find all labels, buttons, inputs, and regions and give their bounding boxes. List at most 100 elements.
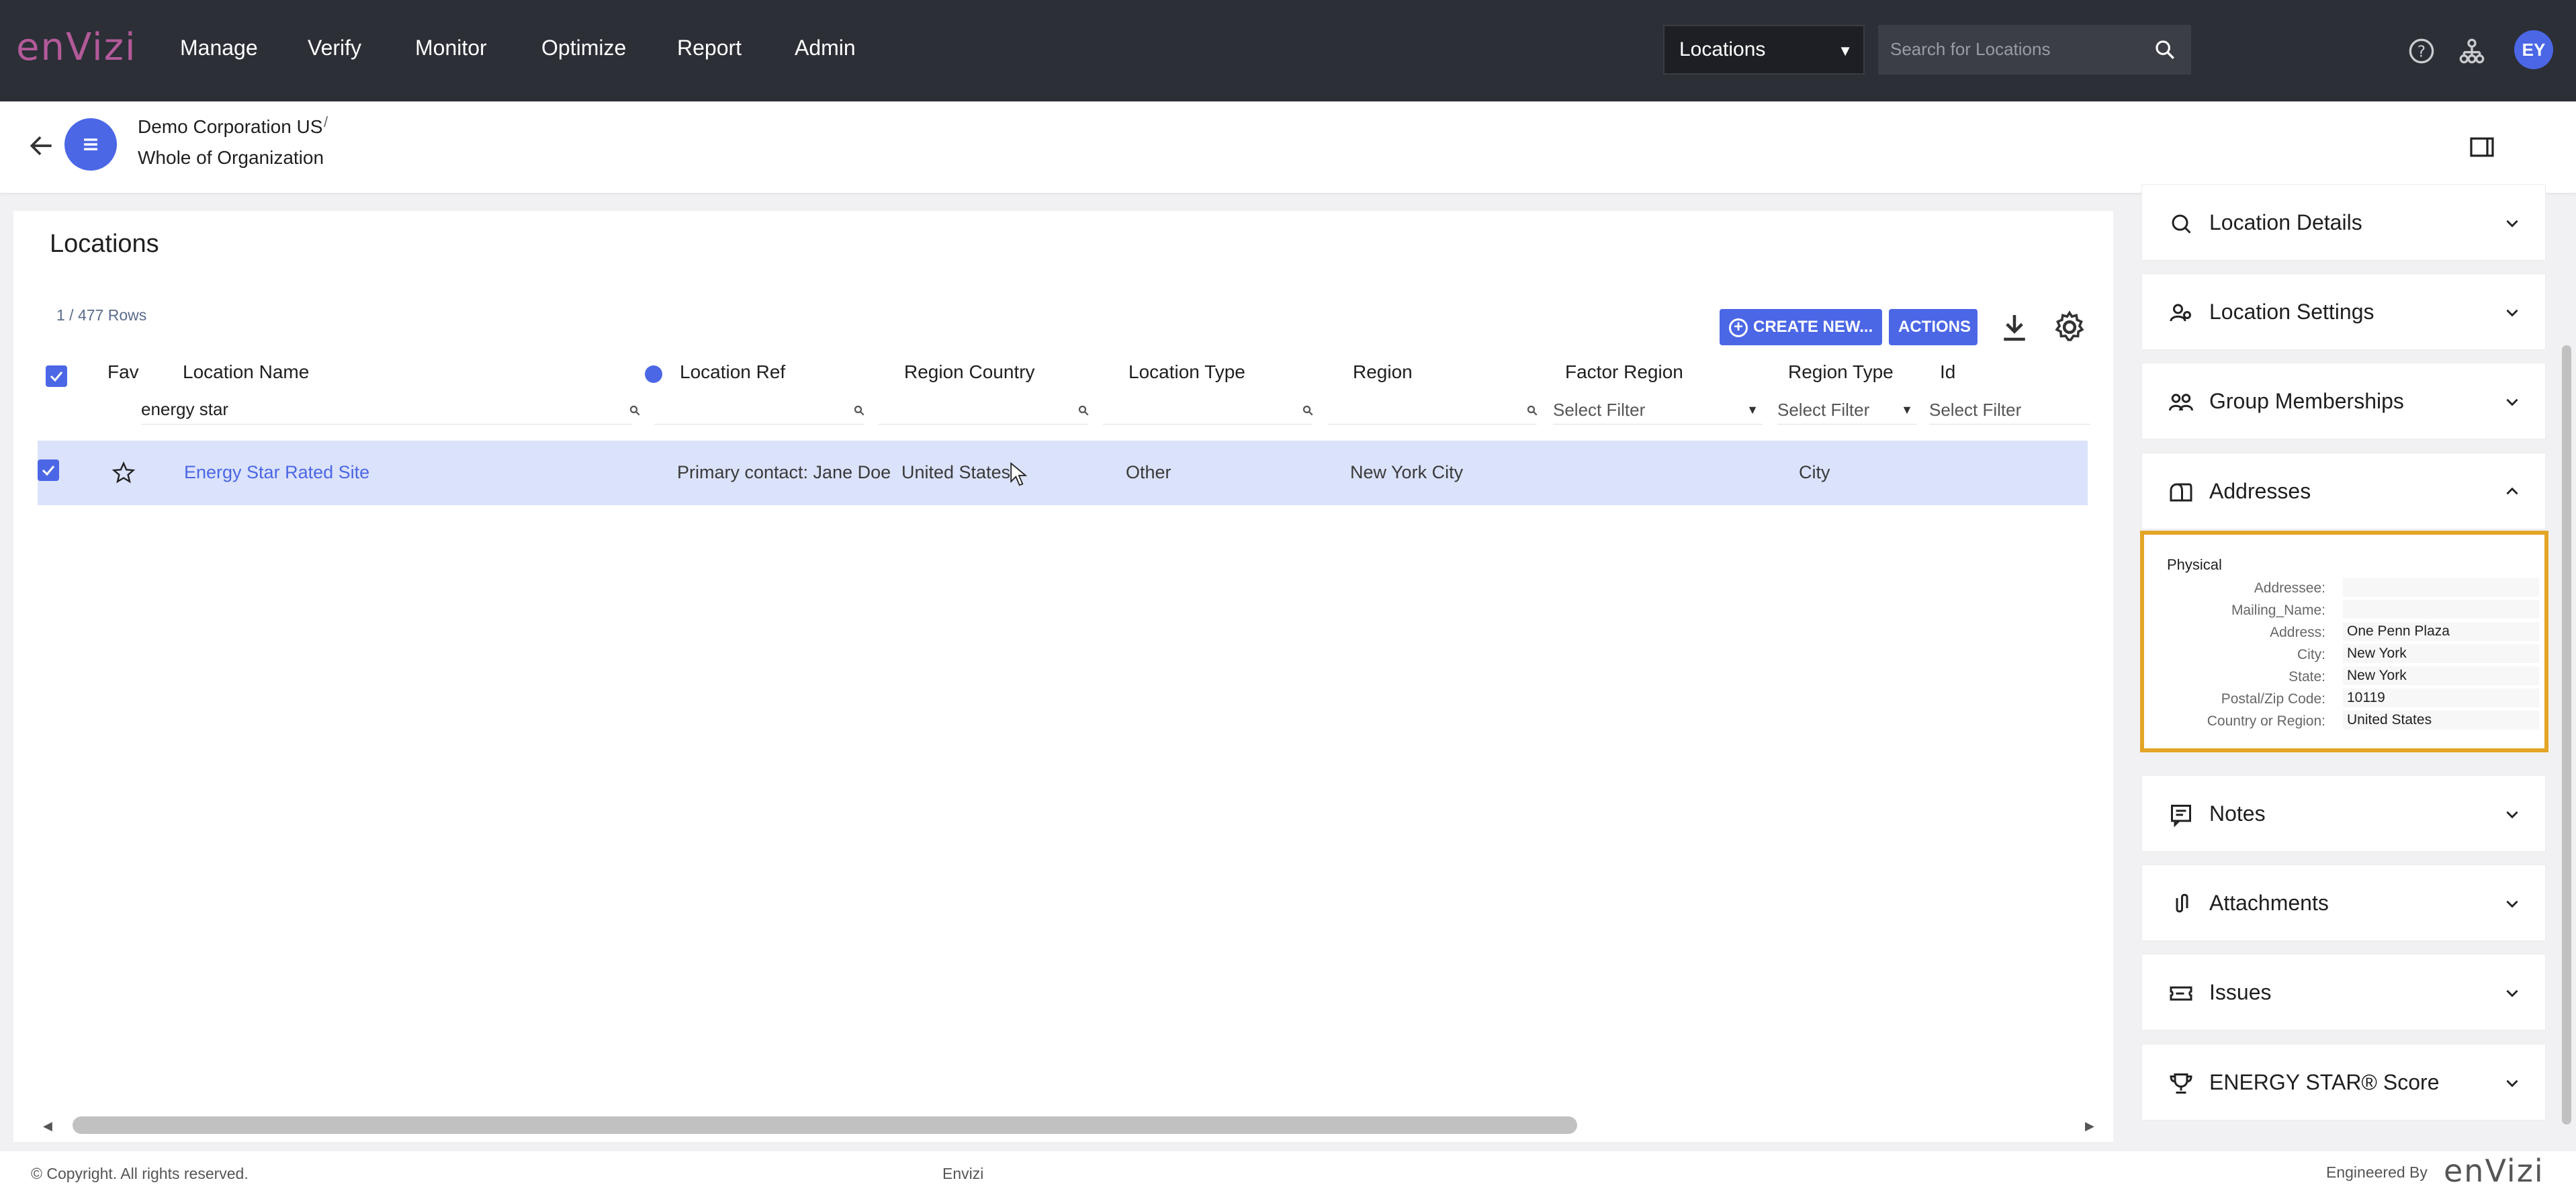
favorite-star-icon[interactable] xyxy=(112,461,136,485)
search-scope-select[interactable]: Locations ▼ xyxy=(1663,25,1865,75)
gear-icon[interactable] xyxy=(2051,309,2088,345)
nav-monitor[interactable]: Monitor xyxy=(415,36,487,60)
filter-search-icon xyxy=(1527,405,1538,416)
nav-admin[interactable]: Admin xyxy=(795,36,856,60)
section-energy-star-score[interactable]: ENERGY STAR® Score xyxy=(2141,1044,2546,1120)
filter-search-icon xyxy=(854,405,864,416)
id-filter-select[interactable]: Select Filter xyxy=(1929,395,2090,425)
help-icon[interactable]: ? xyxy=(2408,38,2435,64)
address-field: State: New York xyxy=(2167,666,2539,689)
address-field: City: New York xyxy=(2167,644,2539,667)
region-country-cell: United States xyxy=(901,462,1011,482)
address-field: Postal/Zip Code: 10119 xyxy=(2167,689,2539,711)
breadcrumb-bar: Demo Corporation US / Whole of Organizat… xyxy=(0,101,2576,193)
user-avatar[interactable]: EY xyxy=(2514,30,2553,69)
footer: © Copyright. All rights reserved. Envizi… xyxy=(0,1151,2576,1191)
section-location-settings[interactable]: Location Settings xyxy=(2141,273,2546,350)
check-icon xyxy=(42,466,55,476)
search-icon[interactable] xyxy=(2153,38,2176,61)
nav-verify[interactable]: Verify xyxy=(308,36,361,60)
section-addresses[interactable]: Addresses xyxy=(2141,453,2546,529)
column-header-region[interactable]: Region xyxy=(1353,361,1413,383)
column-header-location-type[interactable]: Location Type xyxy=(1128,361,1245,383)
row-checkbox[interactable] xyxy=(38,459,59,481)
section-issues[interactable]: Issues xyxy=(2141,954,2546,1030)
address-field: Addressee: xyxy=(2167,578,2539,601)
table-row[interactable]: Energy Star Rated Site Primary contact: … xyxy=(38,441,2088,505)
horizontal-scroll-thumb[interactable] xyxy=(73,1116,1577,1134)
section-location-details[interactable]: Location Details xyxy=(2141,184,2546,261)
nav-optimize[interactable]: Optimize xyxy=(541,36,626,60)
breadcrumb-scope[interactable]: Whole of Organization xyxy=(138,147,324,169)
select-all-checkbox[interactable] xyxy=(46,365,67,387)
location-name-link[interactable]: Energy Star Rated Site xyxy=(184,462,369,483)
trophy-icon xyxy=(2170,1073,2192,1094)
download-icon[interactable] xyxy=(1996,309,2033,345)
footer-envizi-logo: enVizi xyxy=(2444,1153,2544,1189)
id-filter-value: Select Filter xyxy=(1929,400,2022,420)
table-filter-row: Select Filter ▼ Select Filter ▼ Select Fil… xyxy=(38,395,2102,426)
section-attachments[interactable]: Attachments xyxy=(2141,865,2546,941)
mailbox-icon xyxy=(2170,483,2192,502)
hierarchy-icon[interactable] xyxy=(2458,38,2485,64)
breadcrumb-organization[interactable]: Demo Corporation US xyxy=(138,116,322,138)
top-navigation-bar: enVizi Manage Verify Monitor Optimize Re… xyxy=(0,0,2576,101)
section-title: Location Settings xyxy=(2209,300,2374,324)
address-field-label: Country or Region: xyxy=(2207,713,2325,729)
section-group-memberships[interactable]: Group Memberships xyxy=(2141,363,2546,439)
breadcrumb-separator: / xyxy=(324,114,328,130)
envizi-logo[interactable]: enVizi xyxy=(16,26,137,69)
column-indicator-dot[interactable] xyxy=(645,365,662,383)
filter-search-icon xyxy=(629,405,640,416)
scroll-left-icon[interactable]: ◀ xyxy=(43,1119,52,1133)
location-name-filter[interactable] xyxy=(141,395,631,425)
actions-button[interactable]: ACTIONS xyxy=(1889,309,1978,345)
section-notes[interactable]: Notes xyxy=(2141,775,2546,852)
address-field: Address: One Penn Plaza xyxy=(2167,622,2539,645)
nav-manage[interactable]: Manage xyxy=(180,36,258,60)
chevron-down-icon xyxy=(2506,989,2518,998)
chevron-down-icon xyxy=(2506,1079,2518,1088)
check-icon xyxy=(50,371,63,382)
region-type-cell: City xyxy=(1799,462,1830,482)
region-country-filter[interactable] xyxy=(879,395,1088,425)
column-header-region-type[interactable]: Region Type xyxy=(1788,361,1894,383)
back-arrow-icon[interactable] xyxy=(27,131,56,161)
column-header-location-ref[interactable]: Location Ref xyxy=(680,361,785,383)
menu-button[interactable] xyxy=(64,118,117,171)
column-header-id[interactable]: Id xyxy=(1940,361,1955,383)
address-field-value xyxy=(2343,600,2539,619)
column-header-location-name[interactable]: Location Name xyxy=(183,361,309,383)
region-type-filter-select[interactable]: Select Filter ▼ xyxy=(1777,395,1917,425)
location-search xyxy=(1878,25,2191,75)
region-filter[interactable] xyxy=(1327,395,1537,425)
plus-circle-icon: + xyxy=(1729,318,1748,337)
filter-search-icon xyxy=(1078,405,1089,416)
location-ref-filter[interactable] xyxy=(654,395,864,425)
address-field-label: City: xyxy=(2297,647,2325,662)
table-header-row: Fav Location Name Location Ref Region Co… xyxy=(38,351,2102,391)
column-header-factor-region[interactable]: Factor Region xyxy=(1565,361,1683,383)
section-title: Addresses xyxy=(2209,479,2311,503)
column-header-region-country[interactable]: Region Country xyxy=(904,361,1035,383)
horizontal-scrollbar[interactable]: ◀ ▶ xyxy=(43,1116,2098,1137)
factor-region-filter-select[interactable]: Select Filter ▼ xyxy=(1553,395,1763,425)
side-panel-icon[interactable] xyxy=(2469,136,2495,158)
section-title: Issues xyxy=(2209,980,2272,1004)
vertical-scroll-thumb[interactable] xyxy=(2562,345,2571,1124)
column-header-fav[interactable]: Fav xyxy=(107,361,139,383)
location-type-filter[interactable] xyxy=(1103,395,1313,425)
scroll-right-icon[interactable]: ▶ xyxy=(2085,1119,2094,1133)
vertical-scrollbar[interactable] xyxy=(2559,211,2574,1142)
nav-report[interactable]: Report xyxy=(677,36,742,60)
address-field-label: Postal/Zip Code: xyxy=(2221,691,2325,707)
chevron-down-icon xyxy=(2506,398,2518,406)
address-field-value: United States xyxy=(2343,711,2539,730)
create-new-label: CREATE NEW... xyxy=(1753,318,1873,336)
search-input[interactable] xyxy=(1890,36,2139,62)
address-field-value: One Penn Plaza xyxy=(2343,622,2539,641)
settings-people-icon xyxy=(2170,304,2191,322)
menu-icon xyxy=(84,138,97,150)
region-cell: New York City xyxy=(1350,462,1464,482)
create-new-button[interactable]: + CREATE NEW... xyxy=(1720,309,1882,345)
